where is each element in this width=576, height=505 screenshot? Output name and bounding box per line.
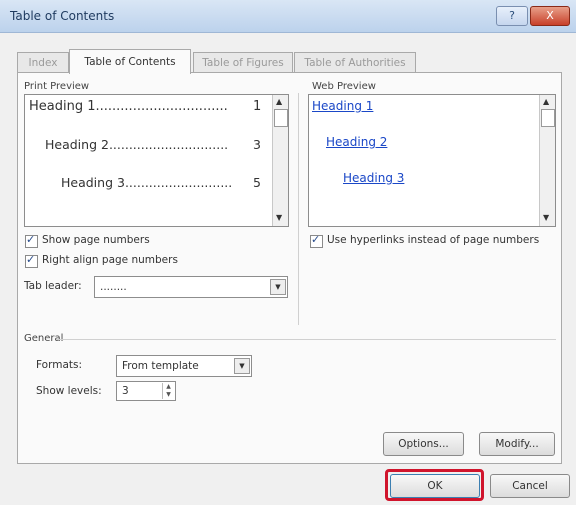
scroll-up-icon[interactable]: ▲ bbox=[543, 97, 549, 106]
show-levels-label: Show levels: bbox=[36, 385, 102, 397]
options-button[interactable]: Options... bbox=[383, 432, 464, 456]
preview-heading-3: Heading 3........................... bbox=[61, 175, 233, 190]
web-heading-3-link[interactable]: Heading 3 bbox=[343, 171, 404, 185]
chevron-down-icon: ▼ bbox=[234, 358, 250, 374]
scroll-up-icon[interactable]: ▲ bbox=[276, 97, 282, 106]
tab-table-of-authorities[interactable]: Table of Authorities bbox=[294, 52, 416, 73]
column-divider bbox=[298, 93, 299, 325]
scroll-down-icon[interactable]: ▼ bbox=[276, 213, 282, 222]
print-preview-scrollbar[interactable]: ▲ ▼ bbox=[272, 95, 288, 226]
preview-heading-2: Heading 2.............................. bbox=[45, 137, 229, 152]
print-preview-box: Heading 1...............................… bbox=[24, 94, 289, 227]
chevron-down-icon: ▼ bbox=[270, 279, 286, 295]
tab-label: Index bbox=[28, 57, 58, 69]
close-icon: X bbox=[546, 9, 554, 22]
formats-dropdown[interactable]: From template ▼ bbox=[116, 355, 252, 377]
preview-page-3: 5 bbox=[253, 175, 261, 190]
web-preview-scrollbar[interactable]: ▲ ▼ bbox=[539, 95, 555, 226]
spinner-arrows-icon[interactable]: ▲ ▼ bbox=[162, 383, 174, 399]
general-separator bbox=[56, 339, 556, 340]
preview-page-1: 1 bbox=[253, 99, 262, 114]
scroll-thumb[interactable] bbox=[541, 109, 555, 127]
right-align-checkbox[interactable] bbox=[25, 253, 38, 268]
tab-leader-label: Tab leader: bbox=[24, 280, 82, 292]
print-preview-label: Print Preview bbox=[24, 81, 90, 92]
right-align-label: Right align page numbers bbox=[42, 254, 178, 266]
ok-highlight-outline bbox=[385, 469, 484, 501]
formats-label: Formats: bbox=[36, 359, 83, 371]
close-button[interactable]: X bbox=[530, 6, 570, 26]
web-heading-1-link[interactable]: Heading 1 bbox=[312, 99, 373, 113]
tab-label: Table of Figures bbox=[202, 57, 284, 69]
web-preview-label: Web Preview bbox=[312, 81, 376, 92]
preview-page-2: 3 bbox=[253, 137, 261, 152]
use-hyperlinks-checkbox[interactable] bbox=[310, 233, 323, 248]
tab-leader-dropdown[interactable]: ........ ▼ bbox=[94, 276, 288, 298]
web-preview-box: Heading 1 Heading 2 Heading 3 ▲ ▼ bbox=[308, 94, 556, 227]
help-button[interactable]: ? bbox=[496, 6, 528, 26]
title-bar: Table of Contents ? X bbox=[0, 0, 576, 33]
tab-label: Table of Contents bbox=[84, 56, 176, 68]
modify-button[interactable]: Modify... bbox=[479, 432, 555, 456]
preview-heading-1: Heading 1...............................… bbox=[29, 99, 228, 114]
show-page-numbers-checkbox[interactable] bbox=[25, 233, 38, 248]
show-page-numbers-label: Show page numbers bbox=[42, 234, 150, 246]
scroll-down-icon[interactable]: ▼ bbox=[543, 213, 549, 222]
tab-table-of-contents[interactable]: Table of Contents bbox=[69, 49, 191, 74]
tab-label: Table of Authorities bbox=[304, 57, 406, 69]
use-hyperlinks-label: Use hyperlinks instead of page numbers bbox=[327, 234, 540, 246]
help-icon: ? bbox=[509, 9, 515, 22]
web-heading-2-link[interactable]: Heading 2 bbox=[326, 135, 387, 149]
show-levels-spinner[interactable]: 3 ▲ ▼ bbox=[116, 381, 176, 401]
tab-index[interactable]: Index bbox=[17, 52, 69, 73]
cancel-button[interactable]: Cancel bbox=[490, 474, 570, 498]
tab-table-of-figures[interactable]: Table of Figures bbox=[193, 52, 293, 73]
scroll-thumb[interactable] bbox=[274, 109, 288, 127]
window-title: Table of Contents bbox=[10, 9, 115, 23]
